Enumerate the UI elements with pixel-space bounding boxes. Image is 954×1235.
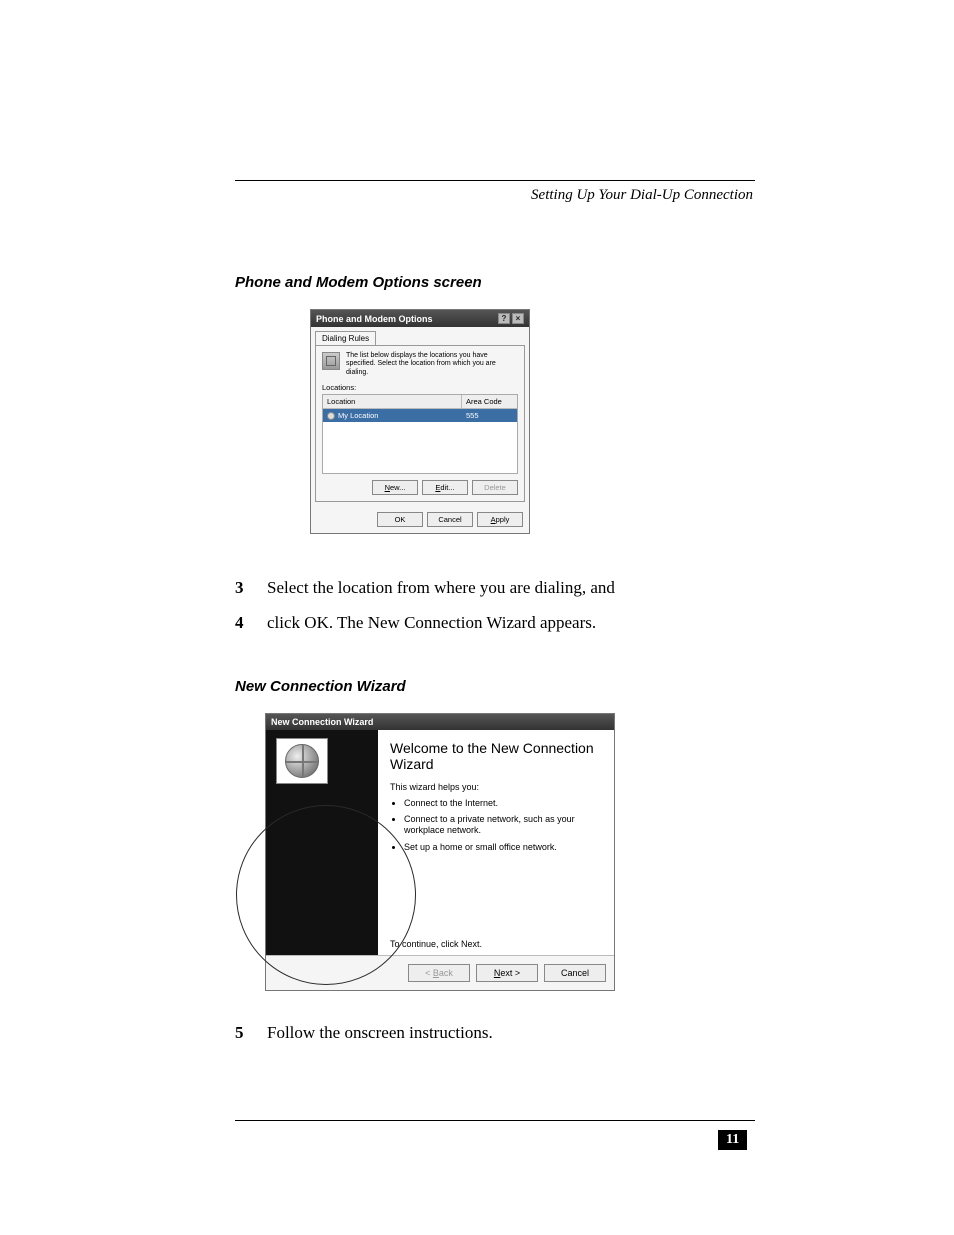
row-location-name: My Location bbox=[338, 411, 378, 420]
top-rule bbox=[235, 180, 755, 181]
wizard-bullet: Set up a home or small office network. bbox=[404, 842, 602, 853]
page-number: 11 bbox=[718, 1130, 747, 1150]
cancel-button[interactable]: Cancel bbox=[427, 512, 473, 527]
ok-button[interactable]: OK bbox=[377, 512, 423, 527]
step-text: Select the location from where you are d… bbox=[267, 574, 615, 603]
dialog-title: New Connection Wizard bbox=[271, 717, 373, 727]
phone-modem-options-dialog: Phone and Modem Options ? × Dialing Rule… bbox=[310, 309, 530, 534]
dialog-titlebar: New Connection Wizard bbox=[266, 714, 614, 730]
new-connection-wizard-dialog: New Connection Wizard Welcome to the New… bbox=[265, 713, 615, 991]
wizard-intro: This wizard helps you: bbox=[390, 782, 602, 792]
dialog-info-text: The list below displays the locations yo… bbox=[346, 352, 518, 377]
new-button[interactable]: New... bbox=[372, 480, 418, 495]
help-button[interactable]: ? bbox=[498, 313, 510, 324]
row-area-code: 555 bbox=[462, 409, 517, 422]
delete-button[interactable]: Delete bbox=[472, 480, 518, 495]
col-location: Location bbox=[323, 395, 462, 408]
section-heading-new-connection: New Connection Wizard bbox=[235, 678, 755, 695]
cancel-button[interactable]: Cancel bbox=[544, 964, 606, 982]
footer-rule bbox=[235, 1120, 755, 1121]
step-number: 3 bbox=[235, 574, 249, 603]
wizard-hero-icon bbox=[276, 738, 328, 784]
dialog-title: Phone and Modem Options bbox=[316, 314, 433, 324]
step-5: 5 Follow the onscreen instructions. bbox=[235, 1019, 755, 1048]
step-text: click OK. The New Connection Wizard appe… bbox=[267, 609, 596, 638]
globe-icon bbox=[285, 744, 319, 778]
step-number: 5 bbox=[235, 1019, 249, 1048]
locations-label: Locations: bbox=[322, 383, 518, 392]
wizard-continue-text: To continue, click Next. bbox=[390, 899, 602, 949]
close-button[interactable]: × bbox=[512, 313, 524, 324]
wizard-heading: Welcome to the New Connection Wizard bbox=[390, 740, 602, 772]
back-button[interactable]: < Back bbox=[408, 964, 470, 982]
location-icon bbox=[327, 412, 335, 420]
running-head: Setting Up Your Dial-Up Connection bbox=[235, 187, 755, 204]
next-button[interactable]: Next > bbox=[476, 964, 538, 982]
table-row[interactable]: My Location 555 bbox=[323, 409, 517, 422]
col-area-code: Area Code bbox=[462, 395, 517, 408]
step-4: 4 click OK. The New Connection Wizard ap… bbox=[235, 609, 755, 638]
wizard-bullet: Connect to the Internet. bbox=[404, 798, 602, 809]
section-heading-phone-modem: Phone and Modem Options screen bbox=[235, 274, 755, 291]
step-text: Follow the onscreen instructions. bbox=[267, 1019, 493, 1048]
step-3: 3 Select the location from where you are… bbox=[235, 574, 755, 603]
phone-icon bbox=[322, 352, 340, 370]
wizard-sidebar bbox=[266, 730, 378, 955]
tab-dialing-rules[interactable]: Dialing Rules bbox=[315, 331, 376, 345]
apply-button[interactable]: Apply bbox=[477, 512, 523, 527]
locations-table[interactable]: Location Area Code My Location 555 bbox=[322, 394, 518, 474]
step-number: 4 bbox=[235, 609, 249, 638]
dialog-titlebar: Phone and Modem Options ? × bbox=[311, 310, 529, 327]
wizard-bullet: Connect to a private network, such as yo… bbox=[404, 814, 602, 837]
edit-button[interactable]: Edit... bbox=[422, 480, 468, 495]
